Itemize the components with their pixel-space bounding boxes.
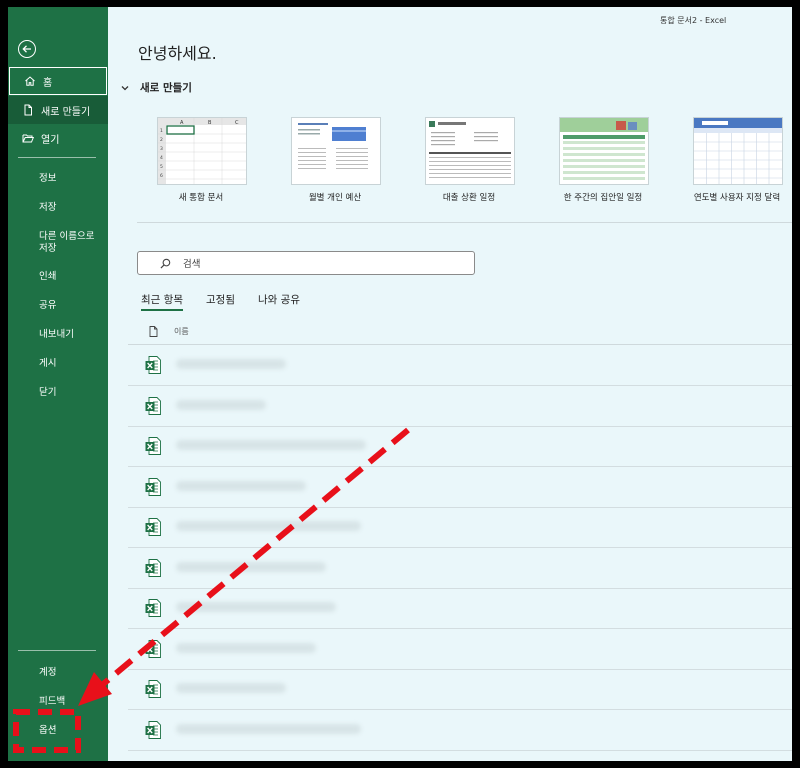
chevron-down-icon [121,85,129,90]
excel-file-icon [145,396,161,415]
sidebar-item-share[interactable]: 공유 [39,300,56,312]
svg-text:5: 5 [160,164,163,170]
excel-file-icon [145,639,161,658]
folder-open-icon [21,131,35,145]
sidebar-item-export[interactable]: 내보내기 [39,329,74,341]
weekly-chores-thumbnail [560,118,648,180]
template-label[interactable]: 대출 상환 일정 [409,191,529,203]
blurred-file-name [176,683,286,693]
excel-file-icon [145,518,161,536]
home-icon [23,74,37,88]
sidebar-item-open[interactable]: 열기 [8,124,108,152]
svg-text:B: B [208,120,212,126]
tab-recent[interactable]: 최근 항목 [141,292,183,311]
template-loan-schedule[interactable] [425,117,515,185]
sidebar-item-save[interactable]: 저장 [39,202,56,214]
sidebar-item-close[interactable]: 닫기 [39,387,56,399]
sidebar-item-save-as[interactable]: 다른 이름으로 저장 [39,231,94,255]
blurred-file-name [176,399,266,410]
excel-file-icon [145,680,161,698]
search-icon [160,258,171,269]
sidebar-divider [18,650,96,651]
search-placeholder: 검색 [183,259,201,270]
recent-file-row[interactable] [128,386,792,427]
excel-file-icon [145,437,161,455]
excel-backstage: 홈 새로 만들기 열기 정보 저장 다른 이름으로 저장 인쇄 공유 내보내기 … [8,7,792,761]
recent-file-row[interactable] [128,710,792,751]
excel-file-icon [145,720,161,739]
new-section-title: 새로 만들기 [140,82,192,94]
recent-column-header[interactable]: 이름 [149,326,189,337]
section-divider [137,222,792,223]
sidebar-item-label: 홈 [43,77,53,89]
sidebar-item-label: 새로 만들기 [41,106,91,118]
svg-text:1: 1 [160,128,163,134]
blurred-file-name [176,440,366,450]
backstage-sidebar: 홈 새로 만들기 열기 정보 저장 다른 이름으로 저장 인쇄 공유 내보내기 … [8,7,108,761]
recent-file-row[interactable] [128,548,792,589]
template-label[interactable]: 한 주간의 집안일 일정 [543,191,663,203]
tab-pinned[interactable]: 고정됨 [206,292,235,307]
svg-text:2: 2 [160,137,163,143]
blurred-file-name [176,521,361,531]
blurred-file-name [176,642,316,653]
excel-file-icon [145,599,161,617]
column-name-label: 이름 [174,327,189,336]
blurred-file-name [176,480,306,491]
sidebar-item-new[interactable]: 새로 만들기 [8,96,108,124]
blurred-file-name [176,602,336,612]
recent-file-row[interactable] [128,669,792,710]
svg-text:3: 3 [160,146,163,152]
sidebar-item-feedback[interactable]: 피드백 [39,696,65,708]
excel-file-icon [145,477,161,496]
template-label[interactable]: 월별 개인 예산 [275,191,395,203]
template-monthly-budget[interactable] [291,117,381,185]
back-arrow-icon [22,45,31,53]
page-title: 안녕하세요. [138,44,217,63]
yearly-calendar-thumbnail [694,118,782,184]
file-type-icon [149,326,158,337]
new-document-icon [21,103,35,117]
svg-text:4: 4 [160,155,163,161]
recent-file-row[interactable] [128,345,792,386]
back-button[interactable] [18,40,36,58]
sidebar-item-label: 열기 [41,134,60,146]
excel-file-icon [145,558,161,577]
monthly-budget-thumbnail [298,123,368,169]
recent-file-row[interactable] [128,467,792,508]
template-label[interactable]: 새 통합 문서 [141,191,261,203]
sidebar-item-info[interactable]: 정보 [39,173,56,185]
recent-file-row[interactable] [128,629,792,670]
loan-schedule-thumbnail [429,121,511,178]
recent-file-row[interactable] [128,507,792,548]
blurred-file-name [176,723,361,734]
sidebar-item-options[interactable]: 옵션 [39,725,56,737]
recent-file-row[interactable] [128,426,792,467]
svg-text:A: A [180,120,184,126]
sidebar-item-print[interactable]: 인쇄 [39,271,56,283]
svg-text:C: C [235,120,239,126]
blurred-file-name [176,359,286,369]
sidebar-item-home[interactable]: 홈 [9,67,107,95]
new-section-header[interactable]: 새로 만들기 [120,80,192,95]
sidebar-item-account[interactable]: 계정 [39,667,56,679]
template-yearly-calendar[interactable] [693,117,783,185]
tab-shared-with-me[interactable]: 나와 공유 [258,292,300,307]
template-blank-workbook[interactable]: A B C 1 2 3 4 5 6 [157,117,247,185]
template-weekly-chores[interactable] [559,117,649,185]
blank-workbook-thumbnail: A B C 1 2 3 4 5 6 [158,118,246,184]
recent-file-row[interactable] [128,588,792,629]
window-title: 통합 문서2 - Excel [660,16,727,25]
excel-file-icon [145,356,161,374]
search-input[interactable]: 검색 [137,251,475,275]
svg-text:6: 6 [160,173,163,179]
sidebar-item-publish[interactable]: 게시 [39,358,56,370]
template-label[interactable]: 연도별 사용자 지정 달력 [677,191,792,203]
blurred-file-name [176,561,326,572]
sidebar-divider [18,157,96,158]
